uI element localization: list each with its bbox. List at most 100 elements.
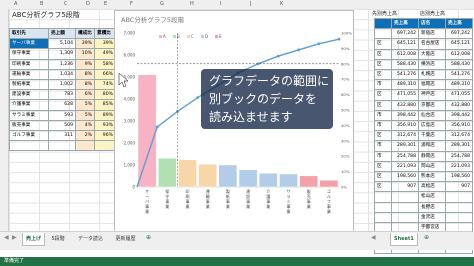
table-cell[interactable]: 岡山店: [418, 160, 446, 173]
table-cell[interactable]: 541,276: [391, 69, 419, 81]
table-cell[interactable]: 横浜店: [418, 58, 446, 71]
table-cell[interactable]: 356,910: [391, 120, 419, 132]
table-cell[interactable]: 588,430: [445, 58, 473, 71]
table-cell[interactable]: 仙台店: [418, 109, 446, 122]
tab-scroll-right-icon[interactable]: ▶: [12, 234, 17, 241]
table-cell[interactable]: 58%: [94, 58, 116, 70]
sheet-tab[interactable]: データ読込: [75, 233, 106, 245]
add-sheet-icon[interactable]: ⊕: [146, 234, 151, 241]
table-cell[interactable]: 312,674: [445, 130, 473, 142]
table-cell[interactable]: 市: [374, 109, 392, 122]
table-cell[interactable]: 区: [374, 181, 392, 193]
table-cell[interactable]: 471,055: [445, 89, 473, 101]
table-cell[interactable]: 49%: [94, 48, 116, 60]
table-cell[interactable]: [75, 140, 95, 152]
column-letter[interactable]: K: [280, 1, 283, 7]
column-letter[interactable]: A: [14, 1, 17, 7]
table-cell[interactable]: 熊本店: [418, 171, 446, 183]
table-cell[interactable]: [391, 201, 419, 213]
table-cell[interactable]: 区: [374, 130, 392, 142]
table-cell[interactable]: 66%: [94, 68, 116, 81]
table-header-cell[interactable]: 取引先: [9, 27, 49, 40]
table-cell[interactable]: 運輸事業: [9, 68, 49, 81]
table-cell[interactable]: 金沢店: [418, 211, 446, 224]
table-cell[interactable]: 4%: [75, 119, 95, 132]
table-cell[interactable]: 松山店: [418, 191, 446, 203]
table-header-cell[interactable]: 売上高: [391, 17, 419, 30]
table-header-cell[interactable]: 構成比: [75, 27, 95, 40]
table-cell[interactable]: 京都店: [418, 99, 446, 111]
table-cell[interactable]: 区: [374, 38, 392, 50]
column-letter[interactable]: C: [64, 1, 68, 7]
table-cell[interactable]: 介護事業: [9, 99, 49, 111]
table-cell[interactable]: 471,055: [391, 89, 419, 101]
table-cell[interactable]: 販売事業: [9, 119, 49, 132]
table-cell[interactable]: 697,242: [391, 28, 419, 40]
table-cell[interactable]: 398,442: [445, 109, 473, 122]
table-cell[interactable]: 9%: [75, 58, 95, 70]
table-cell[interactable]: 1,309: [48, 48, 76, 60]
column-letter[interactable]: J: [250, 1, 251, 7]
tab-scroll-left-icon[interactable]: ◀: [371, 234, 376, 241]
table-cell[interactable]: 289,301: [391, 140, 419, 152]
table-cell[interactable]: [374, 201, 392, 213]
table-cell[interactable]: 198,560: [445, 171, 473, 183]
table-cell[interactable]: [391, 211, 419, 224]
table-header-cell[interactable]: [374, 17, 392, 30]
table-cell[interactable]: [9, 140, 49, 152]
table-cell[interactable]: 市: [374, 150, 392, 162]
table-cell[interactable]: 89%: [94, 109, 116, 121]
table-cell[interactable]: 5%: [75, 99, 95, 111]
table-cell[interactable]: 85%: [94, 99, 116, 111]
table-cell[interactable]: 名古屋店: [418, 38, 446, 50]
table-cell[interactable]: 311: [48, 130, 76, 142]
table-cell[interactable]: 市: [374, 120, 392, 132]
column-letter[interactable]: I: [220, 1, 221, 7]
table-cell[interactable]: 489,310: [445, 79, 473, 91]
table-cell[interactable]: 509: [48, 119, 76, 132]
table-cell[interactable]: 612,008: [445, 48, 473, 60]
table-cell[interactable]: 907: [391, 181, 419, 193]
table-cell[interactable]: 8%: [75, 68, 95, 81]
table-cell[interactable]: 221,093: [445, 160, 473, 173]
table-cell[interactable]: 628: [48, 99, 76, 111]
table-cell[interactable]: 593: [48, 109, 76, 121]
column-letter[interactable]: H: [190, 1, 194, 7]
table-cell[interactable]: 新宿店: [418, 28, 446, 40]
table-cell[interactable]: 印刷事業: [9, 58, 49, 70]
table-cell[interactable]: 10%: [75, 48, 95, 60]
table-cell[interactable]: 高松店: [418, 181, 446, 193]
table-cell[interactable]: 697,242: [445, 28, 473, 40]
table-cell[interactable]: 312,674: [391, 130, 419, 142]
table-cell[interactable]: [94, 140, 116, 152]
table-cell[interactable]: 区: [374, 160, 392, 173]
column-letter[interactable]: G: [160, 1, 164, 7]
table-cell[interactable]: 保守事業: [9, 48, 49, 60]
table-cell[interactable]: ゴルフ事業: [9, 130, 49, 142]
table-cell[interactable]: 783: [48, 89, 76, 101]
table-cell[interactable]: 1,236: [48, 58, 76, 70]
table-cell[interactable]: 588,430: [391, 58, 419, 71]
table-cell[interactable]: 356,910: [445, 120, 473, 132]
table-cell[interactable]: 489,310: [391, 79, 419, 91]
table-cell[interactable]: 221,093: [391, 160, 419, 173]
table-cell[interactable]: 74%: [94, 79, 116, 91]
column-letter[interactable]: B: [40, 1, 43, 7]
table-cell[interactable]: [445, 201, 473, 213]
table-cell[interactable]: 93%: [94, 119, 116, 132]
table-cell[interactable]: 1,002: [48, 79, 76, 91]
table-cell[interactable]: 2%: [75, 130, 95, 142]
table-cell[interactable]: [374, 191, 392, 203]
table-cell[interactable]: 198,560: [391, 171, 419, 183]
table-cell[interactable]: 432,880: [445, 99, 473, 111]
table-header-cell[interactable]: 店名: [418, 17, 446, 30]
column-letter[interactable]: D: [86, 1, 90, 7]
table-cell[interactable]: 432,880: [391, 99, 419, 111]
table-cell[interactable]: 645,121: [445, 38, 473, 50]
table-cell[interactable]: サーバ事業: [9, 38, 49, 50]
table-cell[interactable]: 39%: [75, 38, 95, 50]
table-cell[interactable]: 541,276: [445, 69, 473, 81]
table-cell[interactable]: 市: [374, 140, 392, 152]
table-cell[interactable]: 区: [374, 69, 392, 81]
table-cell[interactable]: 6%: [75, 89, 95, 101]
